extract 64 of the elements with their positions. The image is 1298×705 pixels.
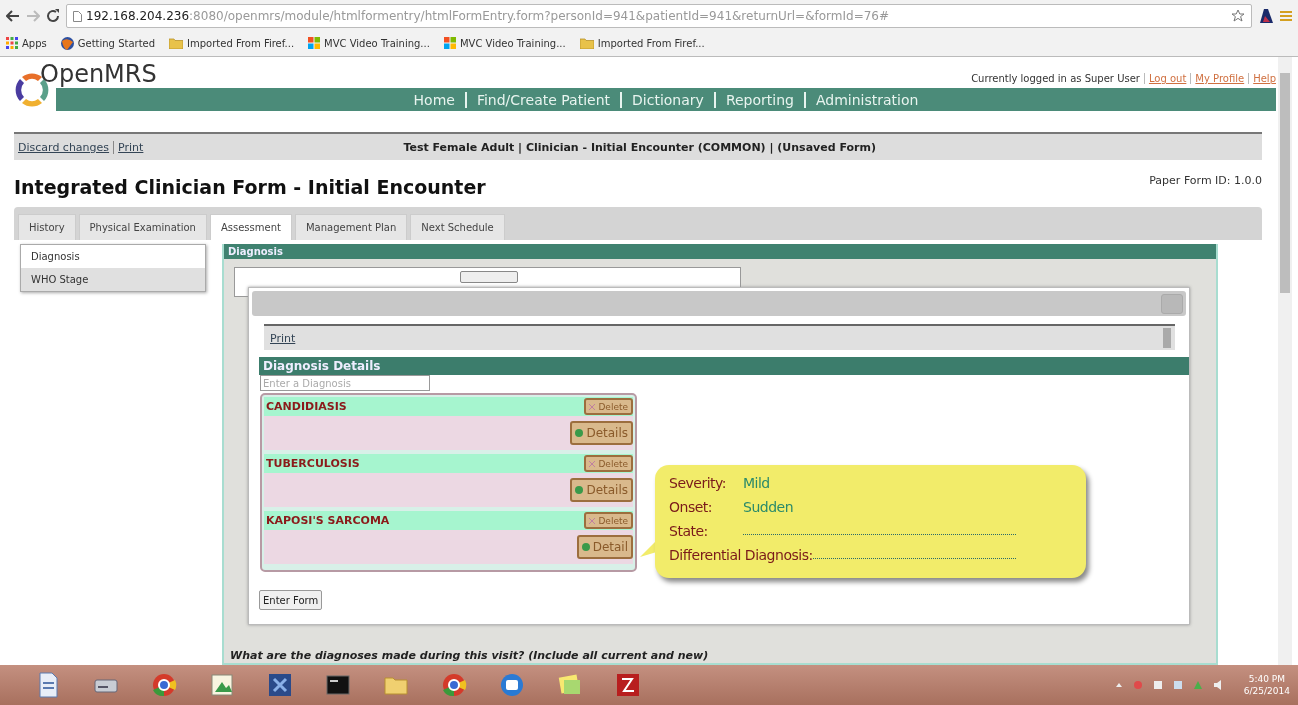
tab[interactable]: History xyxy=(18,214,76,240)
section-header: Diagnosis xyxy=(224,244,1216,259)
header-link[interactable]: Help xyxy=(1248,73,1276,84)
add-row-button[interactable] xyxy=(460,271,518,283)
page-icon xyxy=(73,10,82,22)
reload-icon[interactable] xyxy=(46,9,60,23)
tab[interactable]: Next Schedule xyxy=(410,214,505,240)
field-value: Sudden xyxy=(743,499,794,515)
field-label: Onset: xyxy=(669,499,713,515)
tiles-icon xyxy=(308,37,321,49)
header-link[interactable]: Log out xyxy=(1143,73,1187,84)
nav-link[interactable]: Home xyxy=(413,91,455,108)
side-menu-item[interactable]: WHO Stage xyxy=(21,268,205,291)
tab[interactable]: Assessment xyxy=(209,214,292,240)
globe-icon xyxy=(60,36,74,50)
patient-header: Test Female Adult | Clinician - Initial Encounter (COMMON) | (Unsaved Form) xyxy=(403,140,876,154)
scrollbar-thumb[interactable] xyxy=(1280,73,1290,293)
diagnosis-name: KAPOSI'S SARCOMA xyxy=(266,514,390,527)
field-label: Differential Diagnosis: xyxy=(669,547,813,563)
field-label: State: xyxy=(669,523,709,539)
side-menu-item[interactable]: Diagnosis xyxy=(21,245,205,268)
x-icon xyxy=(589,517,596,524)
back-icon[interactable] xyxy=(6,10,20,22)
print-link[interactable]: Print xyxy=(113,140,144,154)
tab[interactable]: Management Plan xyxy=(294,214,408,240)
diagnosis-search-field[interactable]: Enter a Diagnosis xyxy=(260,375,430,391)
extension-icon[interactable] xyxy=(1258,8,1274,24)
x-icon xyxy=(589,460,596,467)
nav-link[interactable]: Find/Create Patient xyxy=(464,91,611,108)
scrollbar-thumb[interactable] xyxy=(1163,328,1171,348)
diagnosis-name: TUBERCULOSIS xyxy=(266,457,360,470)
tiles-icon xyxy=(443,37,456,49)
star-icon[interactable] xyxy=(1231,9,1245,23)
clock[interactable]: 5:40 PM 6/25/2014 xyxy=(1243,673,1290,697)
form-title: Integrated Clinician Form - Initial Encounter xyxy=(14,176,486,198)
diagnosis-name: CANDIDIASIS xyxy=(266,400,347,413)
field-value: Mild xyxy=(743,475,770,491)
logo-text: OpenMRS xyxy=(40,60,157,88)
tab[interactable]: Physical Examination xyxy=(78,214,207,240)
bookmark[interactable]: Apps xyxy=(6,37,47,49)
url-text: 192.168.204.236:8080/openmrs/module/htmlformentry/htmlFormEntry.form?personId=941&patientId=941&returnUrl=&formId=76# xyxy=(86,9,890,23)
details-header: Diagnosis Details xyxy=(259,357,1189,375)
header-link[interactable]: My Profile xyxy=(1190,73,1245,84)
nav-link[interactable]: Administration xyxy=(803,91,919,108)
folder-icon xyxy=(169,37,184,49)
paper-form-id: Paper Form ID: 1.0.0 xyxy=(1149,174,1262,187)
folder-icon xyxy=(579,37,594,49)
bookmark[interactable]: Imported From Firef... xyxy=(579,37,705,49)
x-icon xyxy=(589,403,596,410)
bookmark[interactable]: Getting Started xyxy=(60,36,156,50)
enter-form-button[interactable]: Enter Form xyxy=(259,590,323,610)
question-text: What are the diagnoses made during this visit? (Include all current and new) xyxy=(229,649,710,663)
bookmark[interactable]: MVC Video Training... xyxy=(443,37,566,49)
menu-icon[interactable] xyxy=(1280,10,1292,22)
logged-in-text: Currently logged in as Super User xyxy=(971,73,1140,84)
discard-changes-link[interactable]: Discard changes xyxy=(18,140,110,154)
nav-link[interactable]: Dictionary xyxy=(620,91,704,108)
apps-grid-icon xyxy=(6,37,18,49)
print-link[interactable]: Print xyxy=(270,331,296,345)
bookmark[interactable]: Imported From Firef... xyxy=(169,37,295,49)
field-label: Severity: xyxy=(669,475,728,491)
nav-link[interactable]: Reporting xyxy=(713,91,794,108)
bookmark[interactable]: MVC Video Training... xyxy=(308,37,430,49)
address-bar[interactable]: 192.168.204.236:8080/openmrs/module/htmlformentry/htmlFormEntry.form?personId=941&patientId=941&returnUrl=&formId=76# xyxy=(66,4,1252,28)
